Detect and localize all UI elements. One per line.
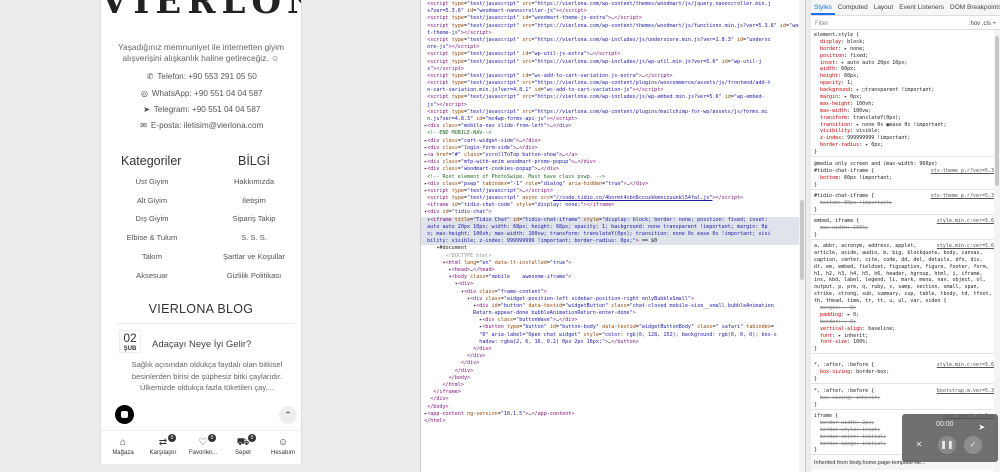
contact-phone[interactable]: ✆ Telefon: +90 553 291 05 50 xyxy=(101,72,301,81)
nav-store[interactable]: ⌂ Mağaza xyxy=(103,436,143,456)
styles-tabbar: Styles Computed Layout Event Listeners DOM B… xyxy=(811,0,1000,16)
check-icon: ✓ xyxy=(969,440,977,449)
nav-account[interactable]: ☺ Hesabım xyxy=(263,436,301,456)
contact-phone-text: Telefon: +90 553 291 05 50 xyxy=(157,72,257,81)
recorder-confirm-button[interactable]: ✓ xyxy=(964,436,982,454)
pause-icon: ❚❚ xyxy=(940,440,954,449)
styles-scrollbar[interactable] xyxy=(994,30,1000,472)
tab-event-listeners[interactable]: Event Listeners xyxy=(896,0,947,11)
mobile-preview: VIERLONA Yaşadığınız memnuniyet ile inte… xyxy=(100,0,302,464)
close-icon: ✕ xyxy=(915,440,923,449)
contact-telegram[interactable]: ➤ Telegram: +90 551 04 04 587 xyxy=(101,105,301,114)
favorites-count: 0 xyxy=(208,434,216,442)
telegram-icon: ➤ xyxy=(143,105,150,114)
info-link[interactable]: Gizlilik Politikası xyxy=(209,271,299,280)
blog-title: VIERLONA BLOG xyxy=(148,302,254,316)
post-excerpt: Sağlık açısından oldukça faydalı olan bi… xyxy=(131,360,283,392)
scroll-top-button[interactable]: ⌃ xyxy=(279,406,297,424)
nav-label: Sepet xyxy=(235,450,251,456)
category-link[interactable]: Dış Giyim xyxy=(107,214,197,223)
contact-whatsapp-text: WhatsApp: +90 551 04 04 587 xyxy=(151,89,263,98)
styles-panel[interactable]: Styles Computed Layout Event Listeners DOM B… xyxy=(811,0,1000,472)
category-link[interactable]: Üst Giyim xyxy=(107,177,197,186)
contact-email-text: E-posta: iletisim@vierlona.com xyxy=(150,121,264,130)
nav-cart[interactable]: ⛟ 0 Sepet xyxy=(223,434,263,456)
recorder-cancel-button[interactable]: ✕ xyxy=(910,436,928,454)
category-link[interactable]: Elbise & Tulum xyxy=(107,233,197,242)
elements-scrollbar[interactable] xyxy=(799,0,805,472)
filter-toolbar[interactable]: :hov .cls + xyxy=(969,21,996,27)
tab-layout[interactable]: Layout xyxy=(871,0,897,11)
chat-icon xyxy=(121,411,128,418)
media-rule[interactable]: @media only screen and (max-width: 960px… xyxy=(811,161,994,190)
cart-icon: ⛟ 0 xyxy=(223,434,263,450)
info-link[interactable]: Hakkımızda xyxy=(209,177,299,186)
bottom-nav: ⌂ Mağaza ⇄ 0 Karşılaştır ♡ 0 Favoriler... ⛟ 0 S… xyxy=(101,430,301,464)
heart-icon: ♡ 0 xyxy=(183,434,223,450)
element-style-rule[interactable]: element.style { display: block; border: … xyxy=(811,32,994,158)
info-link[interactable]: Şartlar ve Koşullar xyxy=(209,252,299,261)
compare-icon: ⇄ 0 xyxy=(143,434,183,450)
categories-title: Kategoriler xyxy=(121,154,182,168)
phone-icon: ✆ xyxy=(146,72,154,81)
category-link[interactable]: Takım xyxy=(107,252,197,261)
cart-count: 0 xyxy=(248,434,256,442)
post-date: 02 ŞUB xyxy=(119,330,141,353)
tab-computed[interactable]: Computed xyxy=(835,0,871,11)
post-title[interactable]: Adaçayı Neye İyi Gelir? xyxy=(152,339,251,350)
compare-count: 0 xyxy=(168,434,176,442)
category-link[interactable]: Alt Giyim xyxy=(107,196,197,205)
mail-icon: ✉ xyxy=(140,121,147,130)
recorder-time: 00:00 xyxy=(936,421,954,428)
chat-bubble-button[interactable] xyxy=(115,405,134,424)
nav-label: Karşılaştır xyxy=(149,450,177,456)
elements-panel[interactable]: <script type="text/javascript" src="http… xyxy=(420,0,806,472)
reset-rule[interactable]: a, abbr, acronym, address, applet, style.… xyxy=(811,243,994,355)
contact-email[interactable]: ✉ E-posta: iletisim@vierlona.com xyxy=(101,121,301,130)
site-logo[interactable]: VIERLONA xyxy=(101,0,301,22)
tab-styles[interactable]: Styles xyxy=(811,0,835,15)
user-icon: ☺ xyxy=(277,437,289,448)
nav-label: Mağaza xyxy=(112,450,134,456)
blog-post-card[interactable]: 02 ŞUB Adaçayı Neye İyi Gelir? Sağlık aç… xyxy=(115,323,295,408)
bootstrap-rule[interactable]: *, :after, :before {bootstrap.m.ver=5.3 … xyxy=(811,388,994,410)
recorder-pause-button[interactable]: ❚❚ xyxy=(938,436,956,454)
nav-label: Hesabım xyxy=(270,450,295,456)
filter-placeholder: Filter xyxy=(815,21,829,27)
iframe-rule[interactable]: #tidio-chat-iframe {xts-theme_p.r?ver=5.… xyxy=(811,193,994,215)
styles-filter-input[interactable]: Filter :hov .cls + xyxy=(811,18,1000,30)
universal-rule[interactable]: *, :after, :before {style.min.c:ver=5.6 … xyxy=(811,362,994,384)
post-month: ŞUB xyxy=(123,346,137,352)
tab-dom-breakpoints[interactable]: DOM Breakpoints xyxy=(947,0,1000,11)
contact-telegram-text: Telegram: +90 551 04 04 587 xyxy=(153,105,261,114)
category-link[interactable]: Aksesuar xyxy=(107,271,197,280)
mouse-cursor-icon: ➤ xyxy=(978,422,986,432)
info-link[interactable]: İletişim xyxy=(209,196,299,205)
contact-whatsapp[interactable]: ◎ WhatsApp: +90 551 04 04 587 xyxy=(101,89,301,98)
whatsapp-icon: ◎ xyxy=(140,89,148,98)
store-icon: ⌂ xyxy=(119,437,127,448)
screen: VIERLONA Yaşadığınız memnuniyet ile inte… xyxy=(0,0,1000,472)
info-link[interactable]: Sipariş Takip xyxy=(209,214,299,223)
nav-compare[interactable]: ⇄ 0 Karşılaştır xyxy=(143,434,183,456)
nav-favorites[interactable]: ♡ 0 Favoriler... xyxy=(183,434,223,456)
post-day: 02 xyxy=(123,331,137,345)
dom-tree[interactable]: <script type="text/javascript" src="http… xyxy=(421,1,805,425)
embed-rule[interactable]: embed, iframe {style.min.c:ver=5.6 max-w… xyxy=(811,218,994,240)
chevron-up-icon: ⌃ xyxy=(284,410,292,420)
nav-label: Favoriler... xyxy=(188,450,217,456)
footer-intro-text: Yaşadığınız memnuniyet ile internetten g… xyxy=(117,42,285,63)
info-title: BİLGİ xyxy=(238,154,270,168)
info-link[interactable]: S. S. S. xyxy=(209,233,299,242)
